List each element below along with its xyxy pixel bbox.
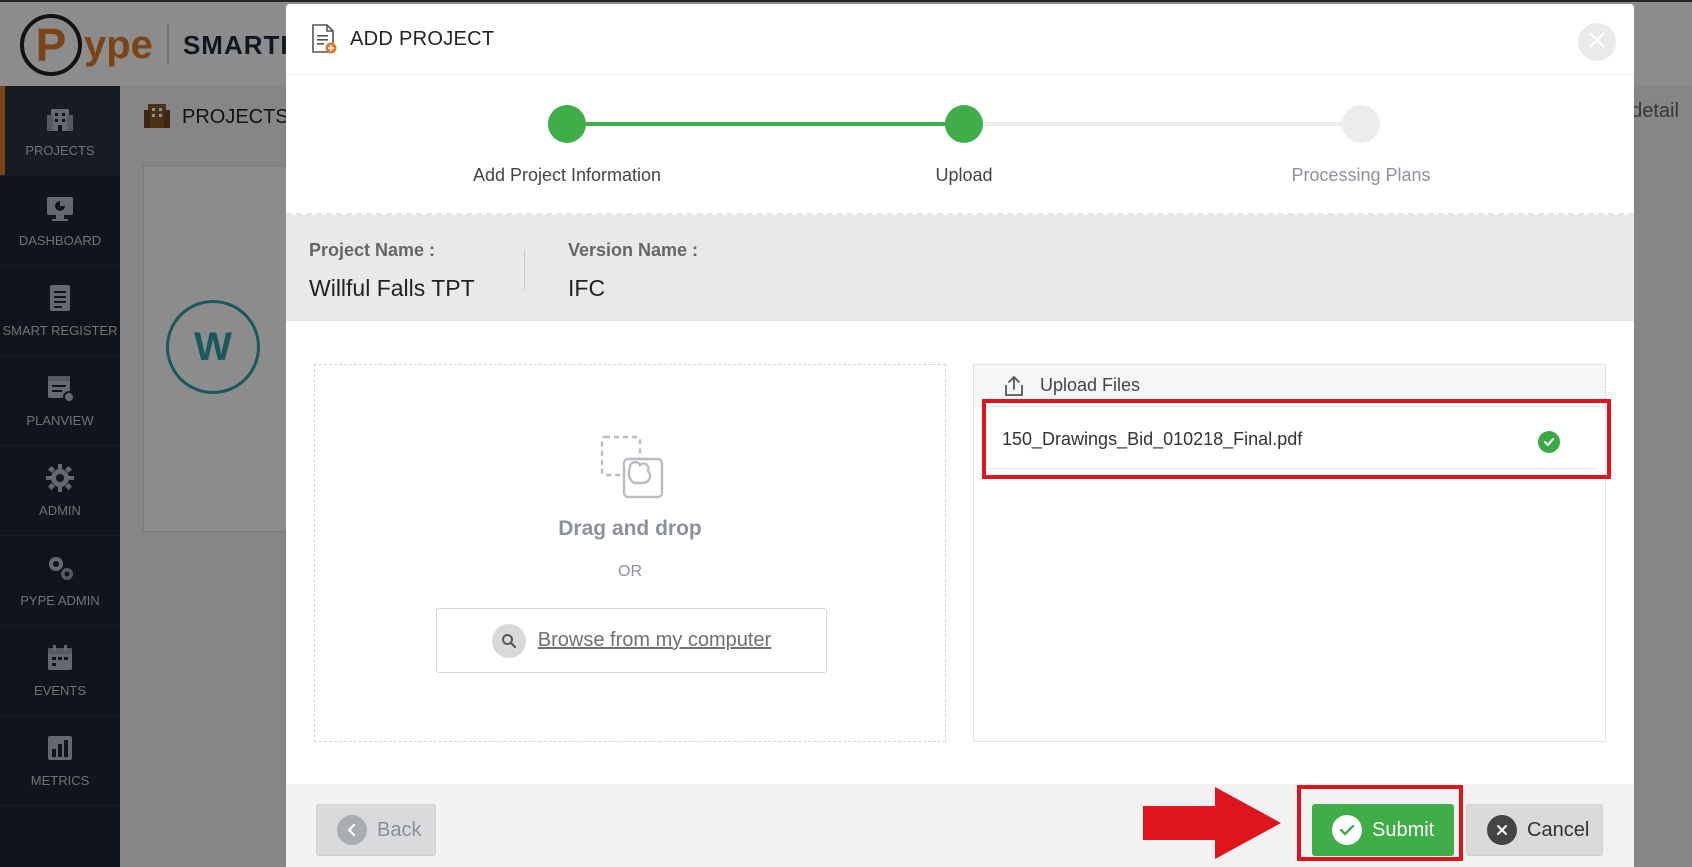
step-dot-3: [1342, 105, 1380, 143]
close-icon: [1487, 815, 1517, 845]
annotation-highlight-submit: [1297, 785, 1463, 861]
dropzone-title: Drag and drop: [558, 517, 702, 540]
version-name-value: IFC: [568, 275, 606, 301]
chevron-left-icon: [337, 815, 367, 845]
back-button-label: Back: [377, 818, 422, 841]
cancel-button-label: Cancel: [1527, 818, 1590, 841]
project-name-value: Willful Falls TPT: [309, 275, 475, 301]
arrow-right-icon: [1143, 787, 1283, 859]
step-label-3: Processing Plans: [1291, 165, 1431, 185]
version-name-block: Version Name : IFC: [568, 240, 698, 302]
step-dot-2: [945, 105, 983, 143]
info-divider: [524, 250, 525, 290]
step-connector-complete: [567, 122, 964, 126]
annotation-highlight-file: [982, 399, 1611, 479]
search-icon: [491, 623, 526, 658]
back-button[interactable]: Back: [316, 804, 436, 856]
drag-drop-icon: [600, 435, 666, 501]
file-dropzone[interactable]: Drag and drop OR Browse from my computer: [314, 364, 946, 742]
close-button[interactable]: [1578, 23, 1616, 61]
step-label-1: Add Project Information: [472, 165, 662, 185]
progress-stepper: Add Project Information Upload Processin…: [286, 75, 1634, 215]
document-add-icon: [310, 23, 338, 55]
version-name-label: Version Name :: [568, 240, 699, 260]
step-dot-1: [548, 105, 586, 143]
project-name-block: Project Name : Willful Falls TPT: [309, 240, 475, 302]
upload-files-label: Upload Files: [1040, 375, 1141, 395]
step-label-2: Upload: [935, 165, 993, 185]
project-summary: Project Name : Willful Falls TPT Version…: [286, 215, 1634, 321]
cancel-button[interactable]: Cancel: [1466, 804, 1603, 856]
modal-title: ADD PROJECT: [350, 27, 495, 50]
close-icon: [1589, 32, 1605, 53]
modal-header: ADD PROJECT: [286, 4, 1634, 75]
browse-button-label: Browse from my computer: [537, 629, 772, 651]
browse-button[interactable]: Browse from my computer: [436, 608, 827, 673]
dropzone-or: OR: [618, 563, 642, 580]
project-name-label: Project Name :: [309, 240, 436, 260]
step-connector-pending: [964, 122, 1361, 126]
upload-icon: [1002, 374, 1026, 398]
